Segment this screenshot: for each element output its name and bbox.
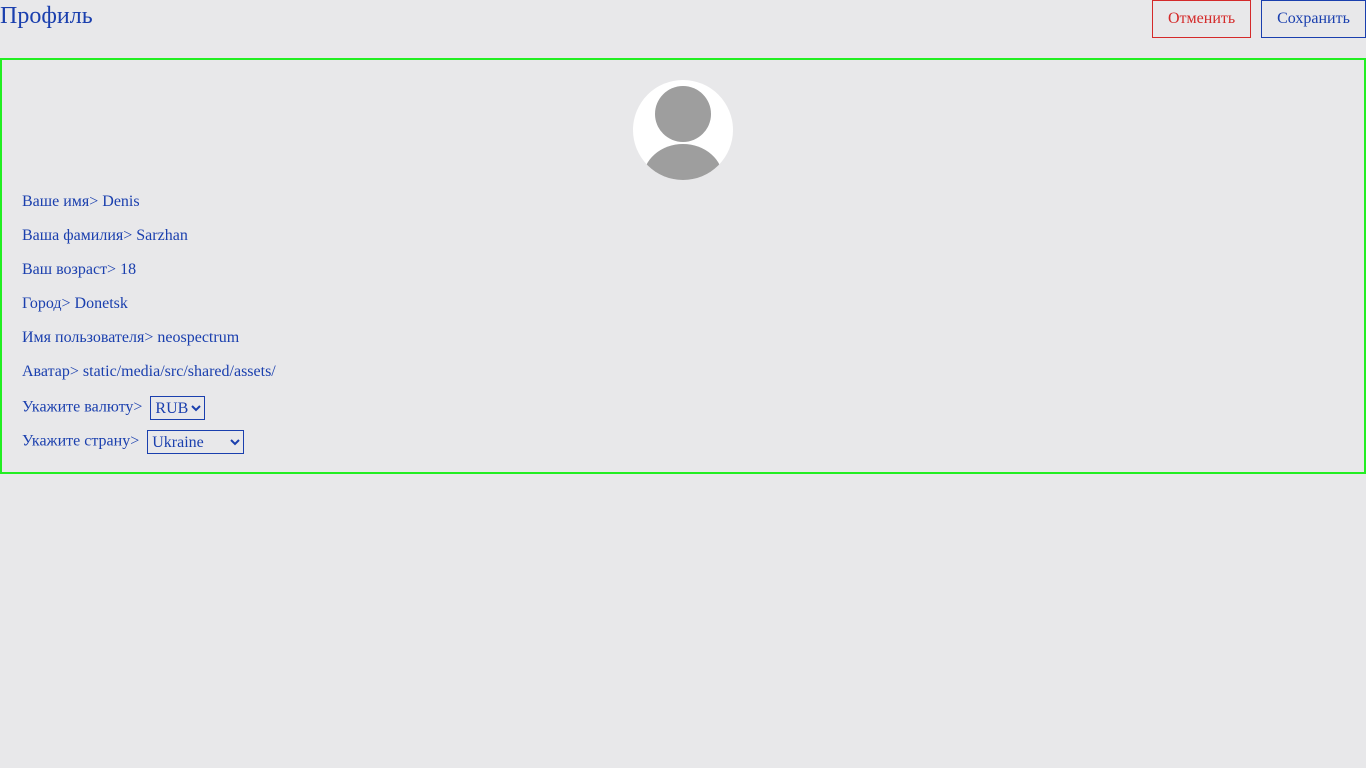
currency-label: Укажите валюту> <box>22 398 143 416</box>
city-value: Donetsk <box>74 295 128 312</box>
username-label: Имя пользователя> <box>22 329 154 346</box>
city-row: Город> Donetsk <box>22 294 128 314</box>
country-row: Укажите страну> Ukraine <box>22 430 245 454</box>
country-label: Укажите страну> <box>22 432 140 450</box>
username-value: neospectrum <box>157 329 240 346</box>
age-value: 18 <box>120 261 137 278</box>
profile-card: Ваше имя> Denis Ваша фамилия> Sarzhan Ва… <box>0 58 1366 474</box>
city-label: Город> <box>22 295 71 312</box>
currency-select[interactable]: RUB <box>150 396 206 420</box>
last-name-value: Sarzhan <box>136 227 188 244</box>
username-row: Имя пользователя> neospectrum <box>22 328 239 348</box>
age-row: Ваш возраст> 18 <box>22 260 136 280</box>
cancel-button[interactable]: Отменить <box>1152 0 1251 38</box>
avatar-body-shape <box>643 144 723 180</box>
currency-row: Укажите валюту> RUB <box>22 396 206 420</box>
header: Профиль Отменить Сохранить <box>0 0 1366 58</box>
avatar-head-shape <box>655 86 711 142</box>
page-title: Профиль <box>0 3 93 29</box>
avatar-path-row: Аватар> static/media/src/shared/assets/ <box>22 362 276 382</box>
save-button[interactable]: Сохранить <box>1261 0 1366 38</box>
avatar-path-label: Аватар> <box>22 363 79 380</box>
age-label: Ваш возраст> <box>22 261 117 278</box>
last-name-label: Ваша фамилия> <box>22 227 133 244</box>
last-name-row: Ваша фамилия> Sarzhan <box>22 226 188 246</box>
first-name-row: Ваше имя> Denis <box>22 192 140 212</box>
avatar-path-value: static/media/src/shared/assets/ <box>82 363 276 380</box>
first-name-label: Ваше имя> <box>22 193 99 210</box>
first-name-value: Denis <box>102 193 140 210</box>
country-select[interactable]: Ukraine <box>147 430 245 454</box>
user-avatar-icon <box>633 80 733 180</box>
